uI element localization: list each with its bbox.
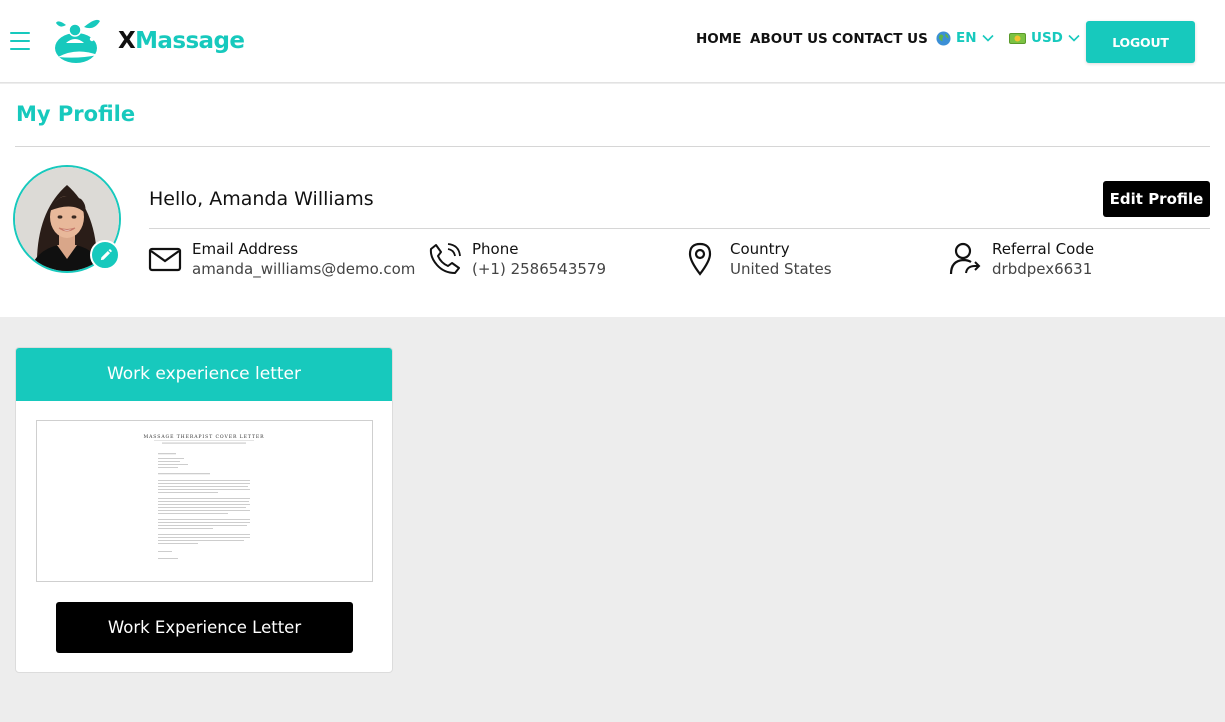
money-icon <box>1009 32 1026 44</box>
pencil-icon <box>100 248 112 260</box>
edit-profile-button[interactable]: Edit Profile <box>1103 181 1210 217</box>
divider <box>149 228 1210 229</box>
referral-value: drbdpex6631 <box>992 260 1093 278</box>
edit-avatar-button[interactable] <box>90 240 120 270</box>
document-preview[interactable]: MASSAGE THERAPIST COVER LETTER <box>36 420 373 582</box>
referral-label: Referral Code <box>992 240 1095 258</box>
nav-home[interactable]: HOME <box>696 31 741 47</box>
info-email: Email Address amanda_williams@demo.com <box>148 239 415 279</box>
nav-about-us[interactable]: ABOUT US <box>750 31 828 47</box>
xmassage-logo <box>55 19 100 63</box>
info-country: Country United States <box>686 239 832 279</box>
divider <box>15 146 1210 147</box>
hamburger-menu-icon[interactable] <box>10 32 30 50</box>
letter-thumbnail: MASSAGE THERAPIST COVER LETTER <box>143 434 264 559</box>
greeting-text: Hello, Amanda Williams <box>149 188 374 210</box>
profile-section: My Profile Hello, Amanda Williams Edit P… <box>0 84 1225 317</box>
language-selector[interactable]: EN <box>936 30 994 46</box>
phone-label: Phone <box>472 240 519 258</box>
chevron-down-icon <box>1068 34 1080 42</box>
info-referral: Referral Code drbdpex6631 <box>948 239 1094 279</box>
work-experience-letter-button[interactable]: Work Experience Letter <box>56 602 353 653</box>
language-label: EN <box>956 30 977 46</box>
chevron-down-icon <box>981 34 994 42</box>
email-label: Email Address <box>192 240 299 258</box>
brand-name[interactable]: XMassage <box>118 28 245 54</box>
country-value: United States <box>730 260 832 278</box>
card-title: Work experience letter <box>16 348 392 401</box>
page-title: My Profile <box>16 102 136 126</box>
document-heading: MASSAGE THERAPIST COVER LETTER <box>143 434 264 440</box>
top-header: XMassage HOME ABOUT US CONTACT US EN USD… <box>0 0 1225 83</box>
phone-icon <box>429 243 461 274</box>
logout-button[interactable]: LOGOUT <box>1086 21 1195 63</box>
location-pin-icon <box>688 242 712 276</box>
globe-flag-icon <box>936 30 951 46</box>
user-share-icon <box>949 242 981 275</box>
currency-selector[interactable]: USD <box>1009 30 1080 46</box>
phone-value: (+1) 2586543579 <box>472 260 607 278</box>
country-label: Country <box>730 240 790 258</box>
envelope-icon <box>148 247 182 272</box>
currency-label: USD <box>1031 30 1063 46</box>
email-value: amanda_williams@demo.com <box>192 260 416 278</box>
work-experience-card: Work experience letter MASSAGE THERAPIST… <box>15 347 393 673</box>
info-phone: Phone (+1) 2586543579 <box>428 239 606 279</box>
nav-contact-us[interactable]: CONTACT US <box>832 31 928 47</box>
